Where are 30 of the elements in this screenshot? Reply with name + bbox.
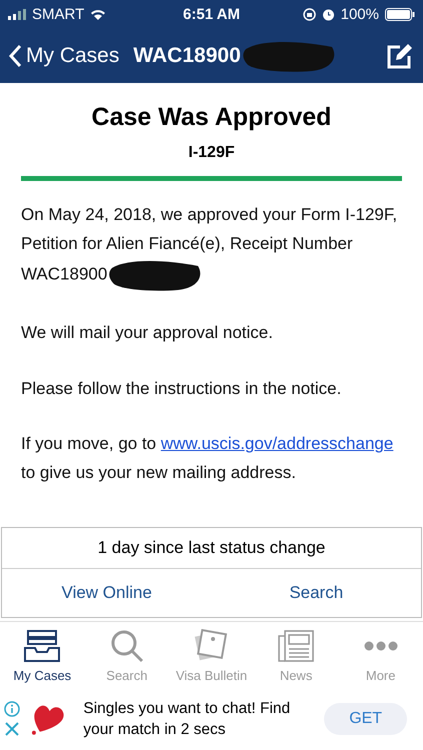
paragraph: If you move, go to www.uscis.gov/addresschange to give us your new mailing address. (21, 433, 394, 484)
alarm-icon (322, 8, 335, 20)
back-button[interactable]: My Cases (8, 44, 120, 68)
search-icon (110, 629, 144, 663)
rotation-lock-icon (302, 8, 316, 20)
get-button[interactable]: GET (324, 703, 407, 735)
edit-icon[interactable] (387, 42, 413, 68)
battery-percentage: 100% (340, 6, 379, 22)
inbox-tray-icon (24, 630, 60, 662)
case-number: WAC18900 (21, 264, 108, 284)
case-status-title: Case Was Approved (90, 103, 332, 132)
more-icon (364, 641, 398, 651)
paragraph: Please follow the instructions in the notice. (21, 378, 342, 400)
paragraph: On May 24, 2018, we approved your Form I-129F, Petition for Alien Fiancé(e), Receipt Number WAC18900 (21, 201, 402, 292)
signal-icon (8, 8, 26, 20)
paragraph: We will mail your approval notice. (21, 322, 274, 344)
back-chevron-icon (8, 44, 22, 68)
case-number-title: WAC18900 (133, 44, 241, 68)
newspaper-icon (278, 630, 314, 662)
battery-icon (385, 8, 415, 20)
form-number: I-129F (187, 144, 236, 162)
close-icon[interactable] (4, 721, 20, 737)
info-icon[interactable] (4, 701, 20, 717)
clock: 6:51 AM (183, 6, 240, 22)
wifi-icon (90, 8, 106, 20)
ad-text: Singles you want to chat! Find your match in 2 secs (83, 699, 292, 740)
address-change-link[interactable]: www.uscis.gov/addresschange (160, 434, 394, 453)
status-change-text: 1 day since last status change (98, 538, 326, 558)
carrier-name: SMART (32, 6, 84, 22)
tab-bar-item[interactable]: My Cases (0, 622, 85, 688)
